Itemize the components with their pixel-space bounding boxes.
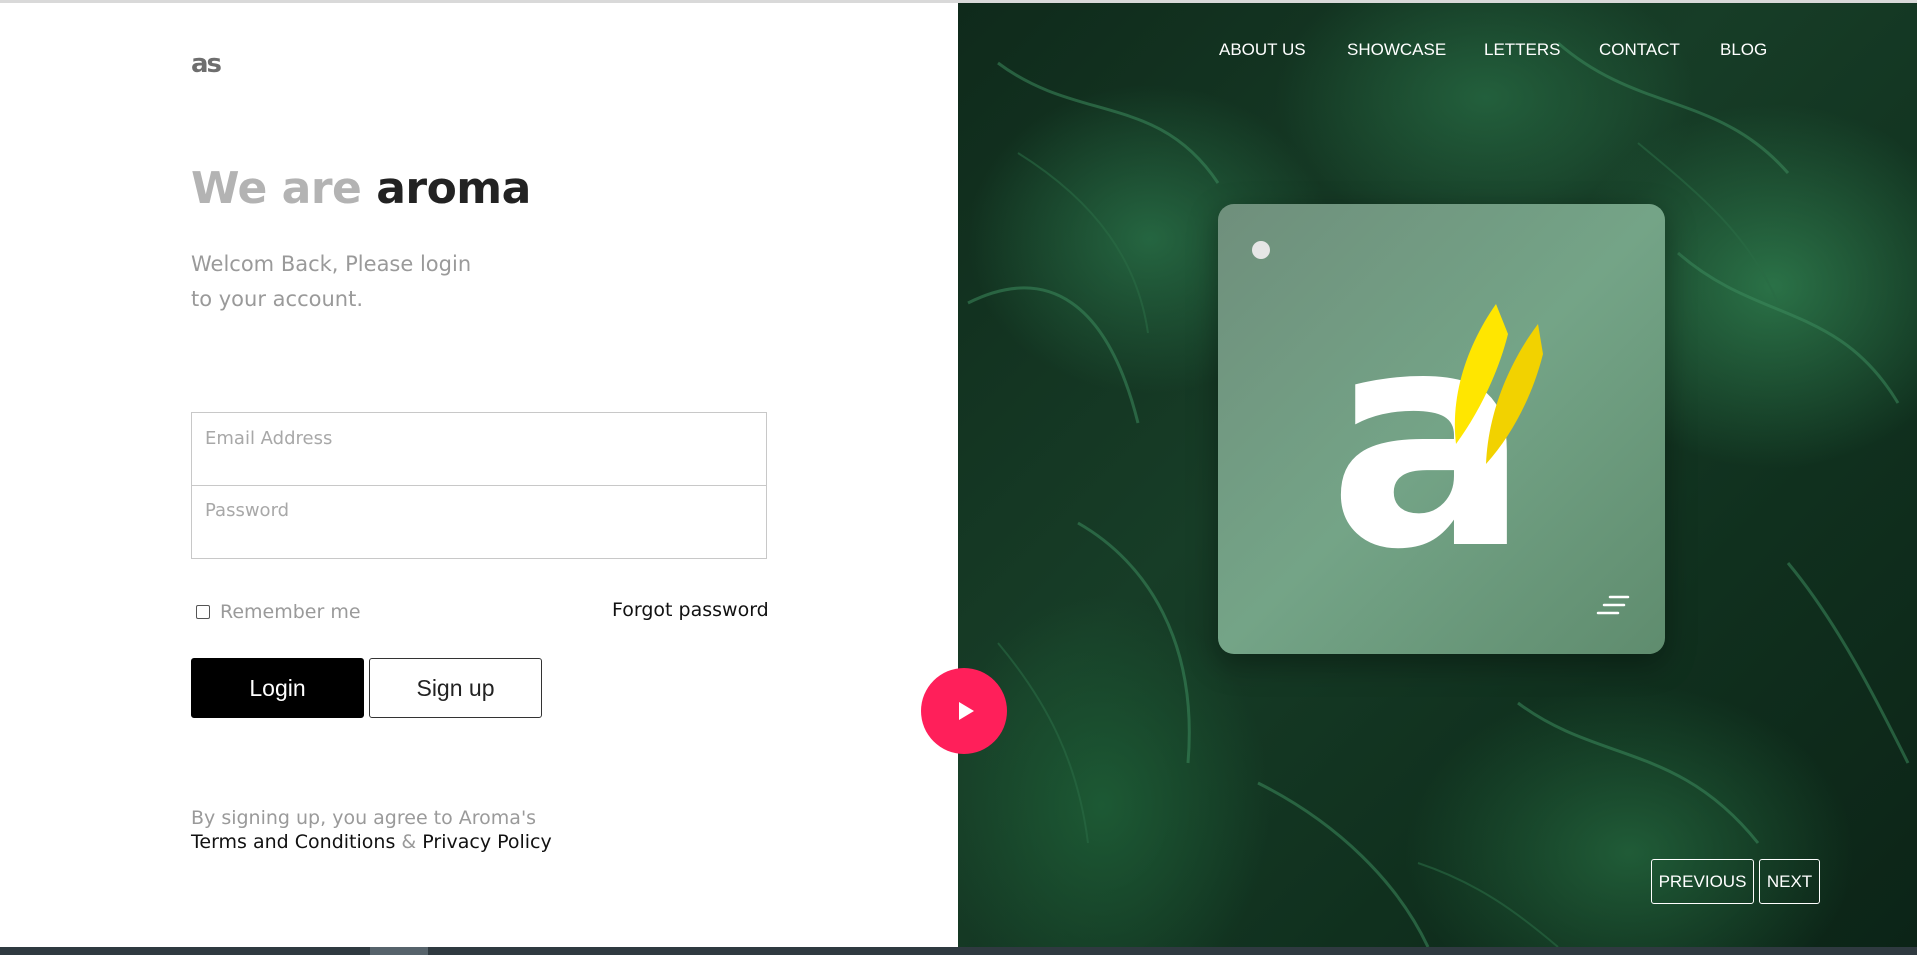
- remember-me[interactable]: Remember me: [196, 601, 361, 623]
- terms-prefix: By signing up, you agree to Aroma's: [191, 807, 537, 829]
- nav-contact[interactable]: CONTACT: [1599, 40, 1680, 60]
- scrollbar-thumb[interactable]: [370, 947, 428, 955]
- welcome-line-2: to your account.: [191, 287, 363, 311]
- remember-checkbox[interactable]: [196, 605, 210, 619]
- title-light: We are: [191, 163, 362, 214]
- email-field[interactable]: [192, 413, 766, 485]
- card-menu-icon[interactable]: [1596, 594, 1630, 616]
- remember-label: Remember me: [220, 601, 361, 623]
- welcome-line-1: Welcom Back, Please login: [191, 252, 472, 276]
- hero-panel: ABOUT US SHOWCASE LETTERS CONTACT BLOG a…: [958, 3, 1917, 947]
- title-brand: aroma: [376, 163, 531, 214]
- aroma-logo-mark: a: [1328, 274, 1543, 564]
- email-field-wrapper: [192, 413, 766, 485]
- nav-blog[interactable]: BLOG: [1720, 40, 1767, 60]
- terms-links: Terms and Conditions & Privacy Policy: [191, 830, 552, 854]
- nav-letters[interactable]: LETTERS: [1484, 40, 1561, 60]
- previous-button[interactable]: PREVIOUS: [1651, 859, 1754, 904]
- login-button[interactable]: Login: [191, 658, 364, 718]
- terms-link[interactable]: Terms and Conditions: [191, 831, 395, 853]
- privacy-link[interactable]: Privacy Policy: [422, 831, 551, 853]
- play-icon: [958, 702, 974, 720]
- terms-notice: By signing up, you agree to Aroma's Term…: [191, 806, 552, 854]
- signup-button[interactable]: Sign up: [369, 658, 542, 718]
- password-field-wrapper: [192, 485, 766, 557]
- login-panel: as We are aroma Welcom Back, Please logi…: [0, 3, 958, 947]
- next-button[interactable]: NEXT: [1759, 859, 1820, 904]
- login-form: [191, 412, 767, 559]
- forgot-password-link[interactable]: Forgot password: [612, 599, 769, 621]
- page-title: We are aroma: [191, 163, 531, 214]
- taskbar-strip: [0, 947, 1917, 955]
- nav-about-us[interactable]: ABOUT US: [1219, 40, 1306, 60]
- brand-logo[interactable]: as: [191, 49, 222, 79]
- brand-card: a: [1218, 204, 1665, 654]
- card-dot-icon: [1252, 241, 1270, 259]
- terms-amp: &: [401, 831, 417, 853]
- welcome-text: Welcom Back, Please login to your accoun…: [191, 247, 511, 317]
- password-field[interactable]: [192, 486, 766, 557]
- nav-showcase[interactable]: SHOWCASE: [1347, 40, 1446, 60]
- play-button[interactable]: [921, 668, 1007, 754]
